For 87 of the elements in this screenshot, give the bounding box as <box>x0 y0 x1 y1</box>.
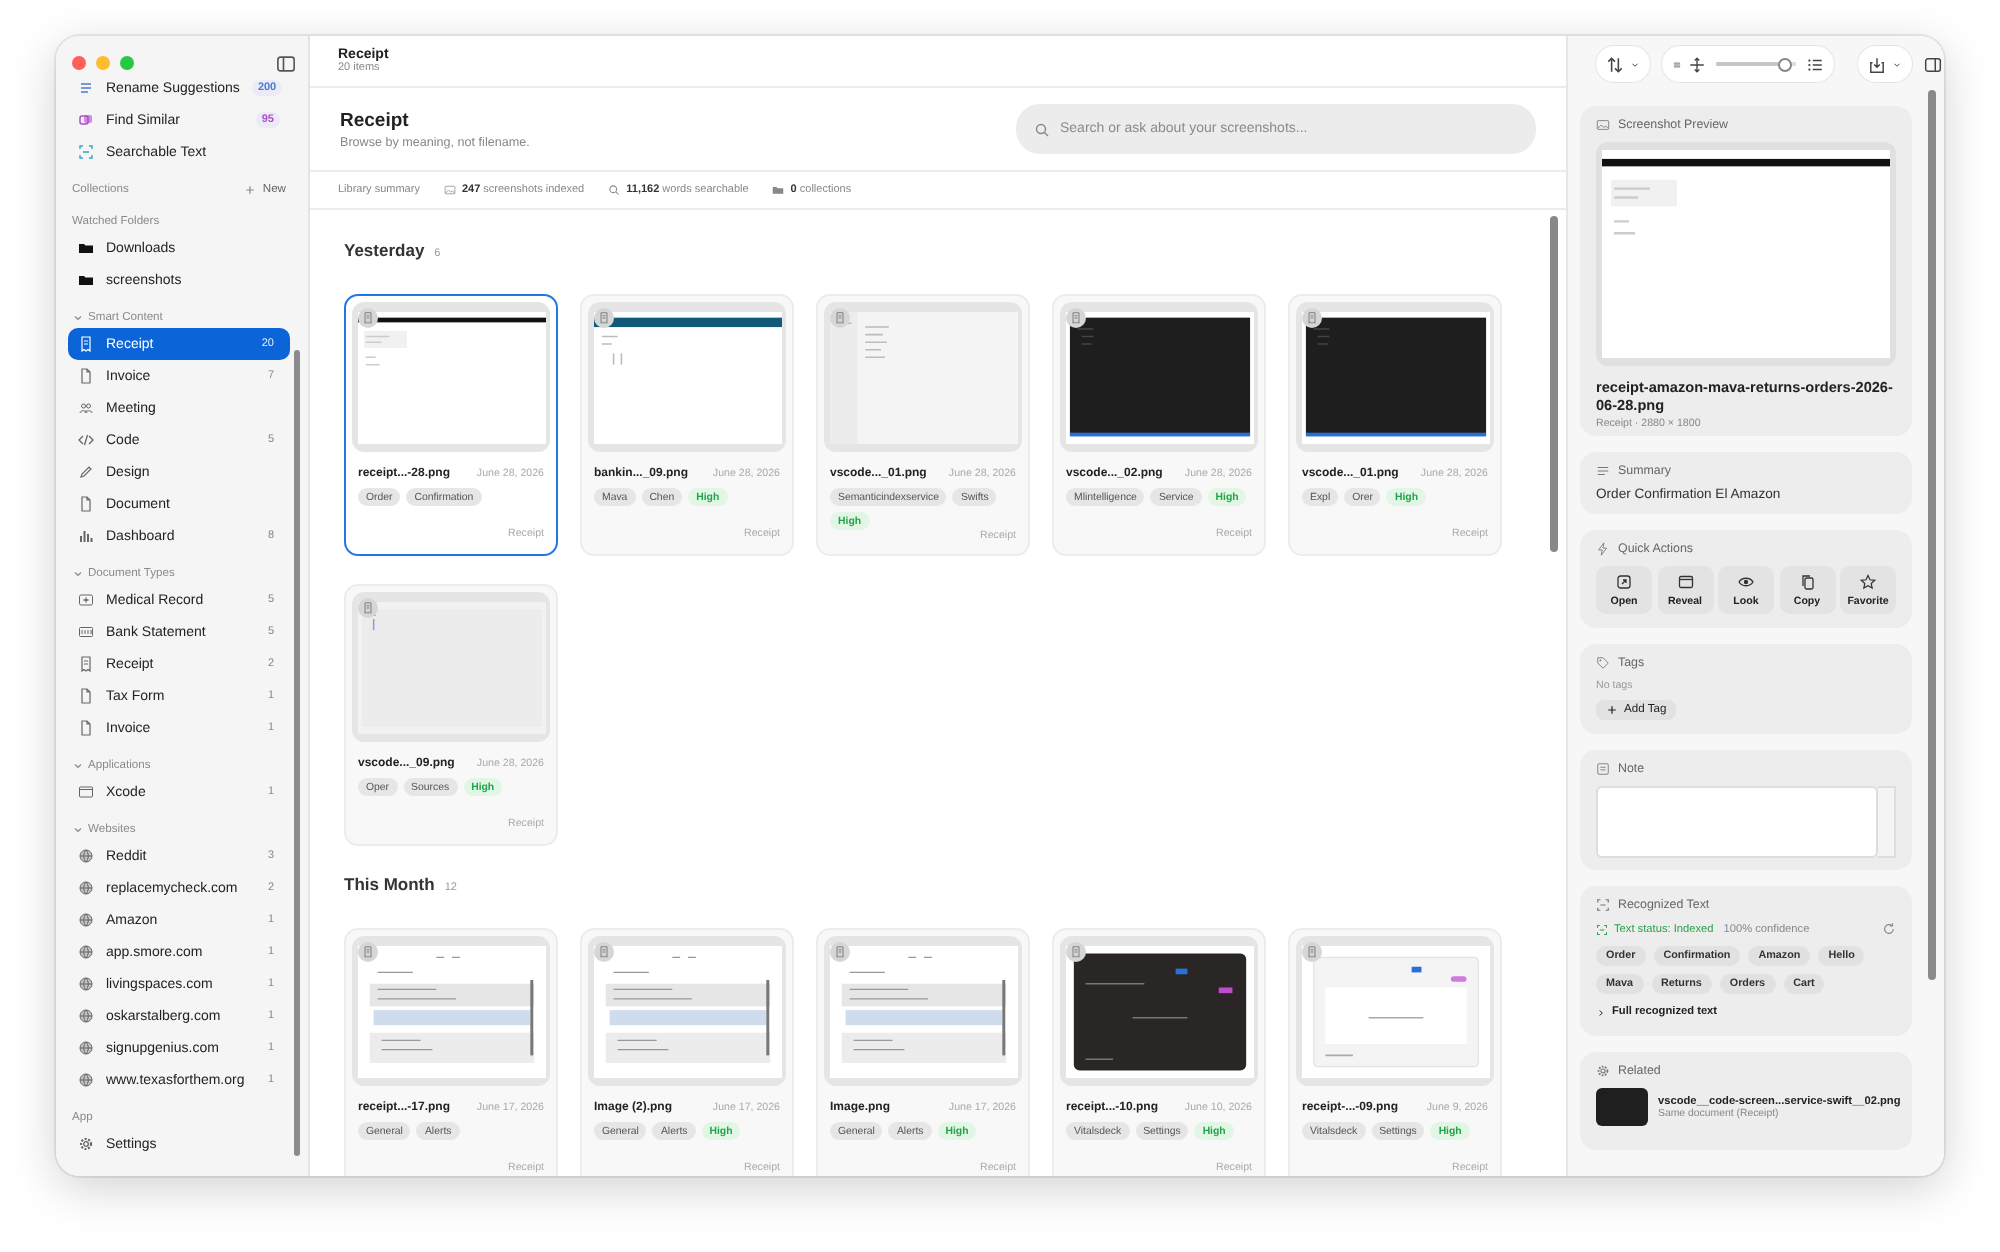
sidebar-toggle-button[interactable] <box>276 54 296 74</box>
lines-icon <box>1672 59 1682 69</box>
scrollbar-thumb[interactable] <box>1550 216 1558 552</box>
document-icon <box>830 942 850 962</box>
eye-icon <box>1738 573 1754 589</box>
photo-icon <box>443 184 456 196</box>
settings-icon <box>78 1136 94 1152</box>
medical-card-icon <box>78 592 94 608</box>
globe-icon <box>78 976 94 992</box>
scrollbar-thumb[interactable] <box>294 350 300 1156</box>
folder-icon <box>772 184 785 196</box>
document-icon <box>358 308 378 328</box>
group-title: Yesterday <box>344 240 425 260</box>
sidebar-icon <box>276 54 296 74</box>
window-close-button[interactable] <box>72 56 86 70</box>
globe-icon <box>78 912 94 928</box>
document-icon <box>78 496 94 512</box>
document-icon <box>830 308 850 328</box>
window-icon <box>78 784 94 800</box>
page-title: Receipt <box>340 109 411 131</box>
code-icon <box>78 432 94 448</box>
export-icon <box>1868 55 1886 73</box>
globe-icon <box>78 1040 94 1056</box>
sidebar-icon <box>1924 55 1942 73</box>
refresh-icon <box>1882 922 1896 936</box>
group-title: This Month <box>344 874 435 894</box>
copy-icon <box>1799 573 1815 589</box>
list-view-button[interactable] <box>1806 55 1824 73</box>
grid-button[interactable] <box>1672 59 1682 69</box>
star-icon <box>1860 573 1876 589</box>
scan-icon <box>78 144 94 160</box>
note-field[interactable] <box>1596 786 1878 858</box>
slider-thumb[interactable] <box>1778 57 1793 71</box>
list-icon <box>78 80 94 96</box>
globe-icon <box>78 1072 94 1088</box>
search-icon <box>1034 121 1050 137</box>
bolt-icon <box>1596 542 1610 556</box>
scan-icon <box>1596 923 1608 935</box>
bar-chart-icon <box>78 528 94 544</box>
list-icon <box>1806 55 1824 73</box>
tag-icon <box>1596 656 1610 670</box>
window-icon <box>1677 573 1693 589</box>
document-icon <box>1302 308 1322 328</box>
pencil-icon <box>78 464 94 480</box>
plus-icon <box>244 183 257 195</box>
globe-icon <box>78 848 94 864</box>
document-icon <box>594 942 614 962</box>
globe-icon <box>78 1008 94 1024</box>
sort-button[interactable] <box>1596 46 1650 82</box>
document-icon <box>1066 942 1086 962</box>
lines-icon <box>1596 464 1610 478</box>
document-icon <box>78 688 94 704</box>
document-icon <box>78 720 94 736</box>
refresh-button[interactable] <box>1882 922 1896 936</box>
globe-icon <box>78 944 94 960</box>
chevron-icon <box>1630 59 1640 69</box>
inspector-toggle-button[interactable] <box>1924 55 1942 73</box>
size-slider[interactable] <box>1716 57 1796 71</box>
bank-card-icon <box>78 624 94 640</box>
chevron-icon <box>1596 1007 1606 1017</box>
scrollbar-track <box>1878 786 1896 858</box>
people-icon <box>78 400 94 416</box>
window-zoom-button[interactable] <box>120 56 134 70</box>
globe-icon <box>78 880 94 896</box>
move-icon <box>1688 55 1706 73</box>
document-icon <box>1302 942 1322 962</box>
photo-icon <box>1596 118 1610 132</box>
photo-stack-icon <box>78 112 94 128</box>
search-icon <box>608 184 621 196</box>
chevron-icon <box>1892 59 1902 69</box>
scrollbar-thumb[interactable] <box>1928 90 1936 980</box>
move-button[interactable] <box>1688 55 1706 73</box>
document-icon <box>594 308 614 328</box>
document-icon <box>358 598 378 618</box>
open-icon <box>1616 573 1632 589</box>
receipt-icon <box>78 336 94 352</box>
document-icon <box>78 368 94 384</box>
document-icon <box>358 942 378 962</box>
receipt-icon <box>78 656 94 672</box>
window-minimize-button[interactable] <box>96 56 110 70</box>
document-icon <box>1066 308 1086 328</box>
export-button[interactable] <box>1858 46 1912 82</box>
thumbnail-drawing <box>1596 1088 1648 1126</box>
plus-icon <box>1606 704 1618 716</box>
scan-icon <box>1596 898 1610 912</box>
note-icon <box>1596 762 1610 776</box>
sort-icon <box>1606 55 1624 73</box>
